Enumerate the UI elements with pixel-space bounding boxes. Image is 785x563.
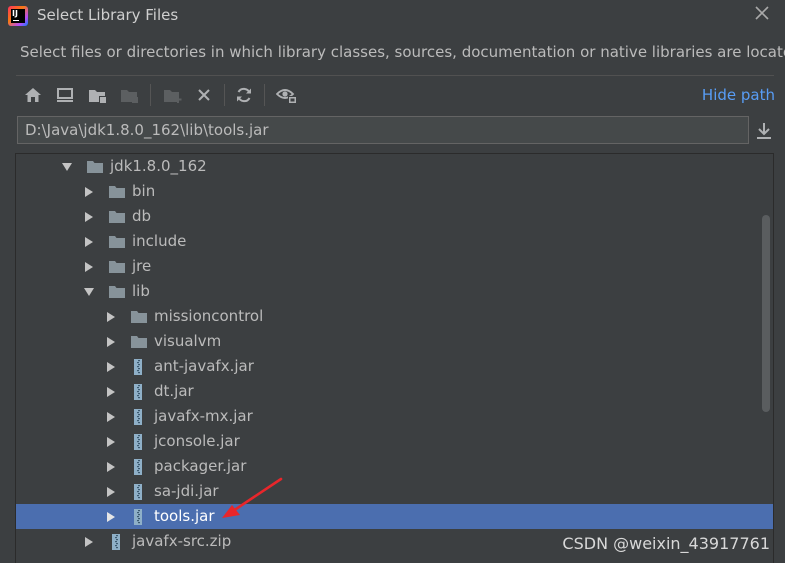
tree-item-label: dt.jar bbox=[154, 382, 194, 400]
tree-item-label: include bbox=[132, 232, 187, 250]
tree-item[interactable]: bin bbox=[16, 179, 773, 204]
intellij-logo-icon: IJ bbox=[8, 6, 28, 26]
new-folder-icon bbox=[164, 90, 182, 103]
csdn-watermark: CSDN @weixin_43917761 bbox=[562, 534, 770, 553]
chevron-right-icon[interactable] bbox=[105, 511, 117, 523]
chevron-right-icon[interactable] bbox=[83, 186, 95, 198]
home-icon bbox=[25, 88, 41, 102]
module-directory-button[interactable] bbox=[118, 83, 142, 107]
refresh-icon bbox=[237, 87, 251, 103]
folder-icon bbox=[131, 336, 147, 348]
toolbar bbox=[18, 80, 778, 110]
file-tree[interactable]: jdk1.8.0_162bin db include jre lib missioncon… bbox=[15, 153, 774, 563]
tree-item[interactable]: dt.jar bbox=[16, 379, 773, 404]
toolbar-separator bbox=[224, 84, 225, 106]
jar-file-icon bbox=[134, 459, 142, 475]
tree-item[interactable]: visualvm bbox=[16, 329, 773, 354]
tree-item[interactable]: jconsole.jar bbox=[16, 429, 773, 454]
jar-file-icon bbox=[134, 434, 142, 450]
tree-item[interactable]: sa-jdi.jar bbox=[16, 479, 773, 504]
tree-item-label: sa-jdi.jar bbox=[154, 482, 219, 500]
jar-file-icon bbox=[134, 484, 142, 500]
select-library-files-dialog: IJ Select Library Files Select files or … bbox=[0, 0, 785, 563]
chevron-right-icon[interactable] bbox=[83, 536, 95, 548]
tree-vertical-scrollbar[interactable] bbox=[762, 215, 770, 412]
jar-file-icon bbox=[134, 359, 142, 375]
tree-item-label: lib bbox=[132, 282, 150, 300]
home-button[interactable] bbox=[21, 83, 45, 107]
tree-item-label: missioncontrol bbox=[154, 307, 264, 325]
divider bbox=[16, 75, 774, 76]
dialog-description: Select files or directories in which lib… bbox=[20, 43, 785, 61]
folder-icon bbox=[109, 261, 125, 273]
tree-item[interactable]: lib bbox=[16, 279, 773, 304]
folder-icon bbox=[109, 186, 125, 198]
tree-item-label: tools.jar bbox=[154, 507, 215, 525]
jar-file-icon bbox=[134, 409, 142, 425]
desktop-button[interactable] bbox=[53, 83, 77, 107]
desktop-icon bbox=[57, 88, 73, 102]
new-folder-button[interactable] bbox=[161, 83, 185, 107]
tree-item-label: jdk1.8.0_162 bbox=[110, 157, 207, 175]
chevron-right-icon[interactable] bbox=[105, 411, 117, 423]
chevron-right-icon[interactable] bbox=[105, 461, 117, 473]
close-button[interactable] bbox=[753, 5, 771, 23]
tree-item-label: javafx-src.zip bbox=[132, 532, 232, 550]
chevron-right-icon[interactable] bbox=[105, 336, 117, 348]
dialog-title: Select Library Files bbox=[37, 6, 179, 24]
folder-icon bbox=[87, 161, 103, 173]
delete-icon bbox=[198, 89, 210, 101]
folder-icon bbox=[109, 211, 125, 223]
tree-item[interactable]: db bbox=[16, 204, 773, 229]
tree-item-label: bin bbox=[132, 182, 156, 200]
tree-item[interactable]: javafx-mx.jar bbox=[16, 404, 773, 429]
hide-path-link[interactable]: Hide path bbox=[702, 86, 775, 104]
chevron-right-icon[interactable] bbox=[105, 486, 117, 498]
folder-icon bbox=[109, 236, 125, 248]
module-folder-icon bbox=[121, 90, 138, 103]
tree-item[interactable]: ant-javafx.jar bbox=[16, 354, 773, 379]
tree-item[interactable]: jdk1.8.0_162 bbox=[16, 154, 773, 179]
tree-item-label: packager.jar bbox=[154, 457, 247, 475]
download-button[interactable] bbox=[755, 121, 773, 141]
jar-file-icon bbox=[134, 384, 142, 400]
folder-icon bbox=[109, 286, 125, 298]
download-icon bbox=[757, 123, 771, 139]
folder-icon bbox=[131, 311, 147, 323]
chevron-right-icon[interactable] bbox=[105, 436, 117, 448]
project-directory-button[interactable] bbox=[86, 83, 110, 107]
tree-item-label: jre bbox=[132, 257, 152, 275]
show-hidden-icon bbox=[276, 89, 297, 104]
tree-item-label: javafx-mx.jar bbox=[154, 407, 253, 425]
tree-item-label: jconsole.jar bbox=[154, 432, 240, 450]
tree-item[interactable]: missioncontrol bbox=[16, 304, 773, 329]
annotation-arrow-icon bbox=[222, 477, 283, 518]
chevron-right-icon[interactable] bbox=[105, 386, 117, 398]
tree-item[interactable]: include bbox=[16, 229, 773, 254]
path-field[interactable] bbox=[17, 116, 749, 144]
chevron-down-icon[interactable] bbox=[83, 286, 95, 298]
chevron-right-icon[interactable] bbox=[83, 211, 95, 223]
tree-item[interactable]: packager.jar bbox=[16, 454, 773, 479]
show-hidden-files-button[interactable] bbox=[275, 83, 299, 107]
refresh-button[interactable] bbox=[232, 83, 256, 107]
tree-item-label: visualvm bbox=[154, 332, 222, 350]
project-folder-icon bbox=[89, 90, 106, 103]
chevron-right-icon[interactable] bbox=[105, 311, 117, 323]
toolbar-separator bbox=[264, 84, 265, 106]
tree-item-label: ant-javafx.jar bbox=[154, 357, 254, 375]
delete-button[interactable] bbox=[192, 83, 216, 107]
chevron-down-icon[interactable] bbox=[61, 161, 73, 173]
tree-item[interactable]: tools.jar bbox=[16, 504, 773, 529]
chevron-right-icon[interactable] bbox=[83, 261, 95, 273]
jar-file-icon bbox=[134, 509, 142, 525]
close-icon bbox=[755, 6, 769, 20]
chevron-right-icon[interactable] bbox=[83, 236, 95, 248]
tree-item-label: db bbox=[132, 207, 152, 225]
toolbar-separator bbox=[150, 84, 151, 106]
chevron-right-icon[interactable] bbox=[105, 361, 117, 373]
zip-file-icon bbox=[112, 534, 120, 550]
tree-item[interactable]: jre bbox=[16, 254, 773, 279]
title-bar: IJ Select Library Files bbox=[0, 0, 785, 32]
